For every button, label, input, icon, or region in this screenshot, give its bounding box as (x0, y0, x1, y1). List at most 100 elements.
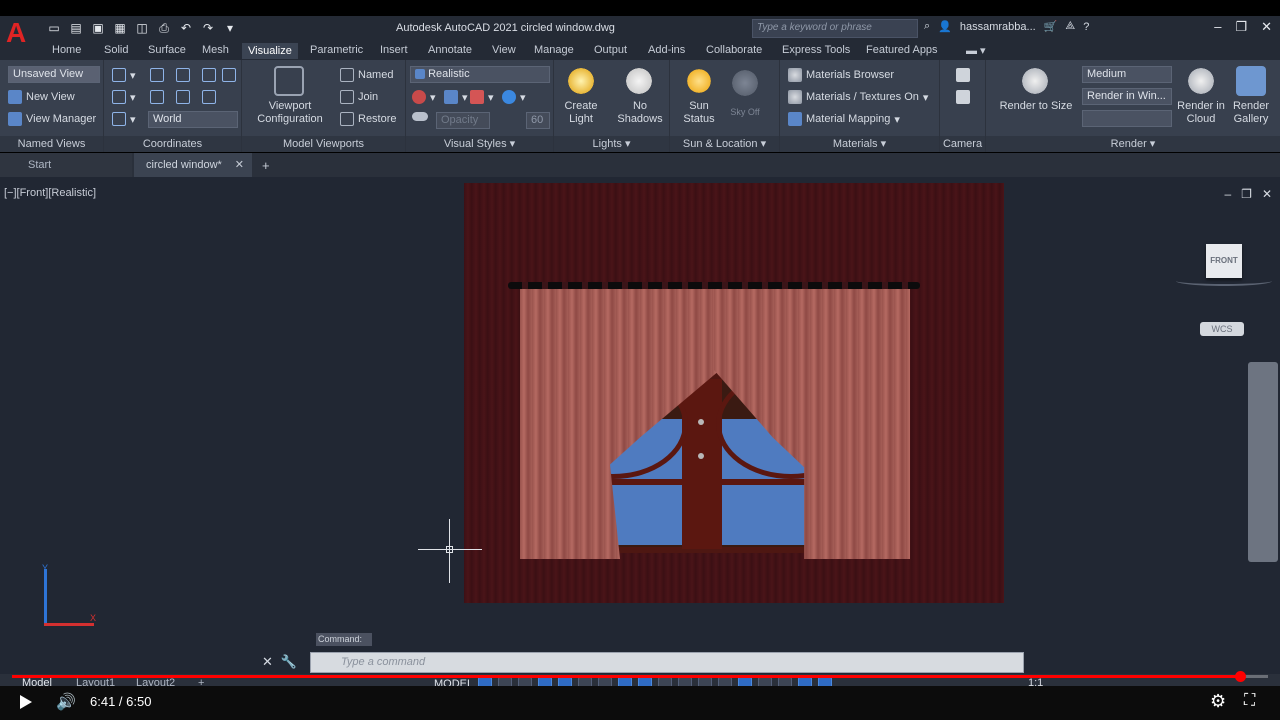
user-name[interactable]: hassamrabba... (960, 21, 1036, 33)
new-view-button[interactable]: New View (8, 90, 75, 104)
ucs-3point-button[interactable] (222, 68, 236, 82)
tab-home[interactable]: Home (52, 44, 81, 56)
viewport-configuration-button[interactable]: Viewport Configuration (250, 100, 330, 126)
xray-toggle[interactable] (412, 112, 428, 121)
render-in-combo[interactable]: Render in Win... (1082, 88, 1172, 105)
tab-start[interactable]: Start (0, 153, 132, 177)
ucs-zaxis-button[interactable] (202, 90, 216, 104)
video-scrubber-handle[interactable] (1234, 671, 1246, 682)
help-icon[interactable]: ? (1083, 21, 1089, 33)
viewport-restore-icon[interactable]: ❐ (1241, 187, 1252, 201)
drawing-area[interactable]: [−][Front][Realistic] – ❐ ✕ Y X FRONT WC… (0, 177, 1280, 674)
viewport-close-icon[interactable]: ✕ (1262, 187, 1272, 201)
render-output-field[interactable] (1082, 110, 1172, 127)
viewport-controls-label[interactable]: [−][Front][Realistic] (4, 187, 96, 199)
edge-style-button[interactable]: ▾ (444, 90, 468, 104)
user-icon[interactable]: 👤 (938, 20, 952, 33)
video-progress-bar[interactable] (12, 671, 1268, 682)
undo-icon[interactable]: ↶ (178, 20, 194, 36)
qat-dropdown-icon[interactable]: ▾ (222, 20, 238, 36)
environment-style-button[interactable]: ▾ (502, 90, 526, 104)
panel-title-lights[interactable]: Lights ▾ (554, 136, 669, 152)
save-icon[interactable]: ▣ (90, 20, 106, 36)
sky-off-button[interactable]: Sky Off (722, 106, 768, 119)
tab-parametric[interactable]: Parametric (310, 44, 363, 56)
web-mobile-icon[interactable]: ◫ (134, 20, 150, 36)
close-tab-icon[interactable]: ✕ (235, 153, 244, 177)
named-viewports-button[interactable]: Named (340, 68, 393, 82)
viewport-minimize-icon[interactable]: – (1224, 187, 1231, 201)
join-viewports-button[interactable]: Join (340, 90, 378, 104)
materials-browser-button[interactable]: Materials Browser (788, 68, 894, 82)
render-quality-combo[interactable]: Medium (1082, 66, 1172, 83)
command-customize-icon[interactable]: 🔧 (281, 654, 297, 670)
ucs-view-button[interactable] (202, 68, 216, 82)
render-to-size-button[interactable]: Render to Size (996, 100, 1076, 113)
tab-visualize[interactable]: Visualize (242, 43, 298, 59)
save-as-icon[interactable]: ▦ (112, 20, 128, 36)
tab-express-tools[interactable]: Express Tools (782, 44, 850, 56)
named-view-combo[interactable]: Unsaved View (8, 66, 100, 83)
tab-mesh[interactable]: Mesh (202, 44, 229, 56)
command-close-icon[interactable]: ✕ (262, 654, 273, 670)
panel-title-sun-location[interactable]: Sun & Location ▾ (670, 136, 779, 152)
ucs-origin-button[interactable] (176, 68, 190, 82)
render-gallery-button[interactable]: Render Gallery (1226, 100, 1276, 126)
tab-manage[interactable]: Manage (534, 44, 574, 56)
wcs-menu-button[interactable]: WCS (1200, 322, 1244, 336)
ucs-z-button[interactable] (176, 90, 190, 104)
ucs-x-button[interactable]: ▾ (112, 90, 136, 104)
ucs-world-button[interactable] (150, 68, 164, 82)
tab-view[interactable]: View (492, 44, 516, 56)
face-style-button[interactable]: ▾ (412, 90, 436, 104)
material-mapping-button[interactable]: Material Mapping ▾ (788, 112, 900, 126)
command-input[interactable]: Type a command (310, 652, 1024, 673)
tab-insert[interactable]: Insert (380, 44, 408, 56)
tab-output[interactable]: Output (594, 44, 627, 56)
search-icon[interactable]: ⌕ (924, 20, 930, 33)
close-icon[interactable]: ✕ (1261, 19, 1272, 35)
tab-featured-apps[interactable]: Featured Apps (866, 44, 938, 56)
plot-icon[interactable]: ⎙ (156, 20, 172, 36)
minimize-icon[interactable]: – (1214, 19, 1221, 35)
play-icon[interactable] (20, 695, 32, 709)
search-input[interactable]: Type a keyword or phrase (752, 19, 918, 38)
coordinates-combo[interactable]: World (148, 111, 238, 128)
no-shadows-button[interactable]: No Shadows (612, 100, 668, 126)
viewcube-front-face[interactable]: FRONT (1206, 244, 1242, 278)
settings-gear-icon[interactable]: ⚙ (1210, 691, 1226, 712)
view-manager-button[interactable]: View Manager (8, 112, 96, 126)
opacity-value[interactable]: 60 (526, 112, 550, 129)
materials-textures-button[interactable]: Materials / Textures On ▾ (788, 90, 928, 104)
tab-collaborate[interactable]: Collaborate (706, 44, 762, 56)
volume-icon[interactable]: 🔊 (56, 692, 76, 712)
open-icon[interactable]: ▤ (68, 20, 84, 36)
opacity-field[interactable]: Opacity (436, 112, 490, 129)
maximize-icon[interactable]: ❐ (1235, 19, 1247, 35)
restore-viewports-button[interactable]: Restore (340, 112, 397, 126)
create-light-button[interactable]: Create Light (556, 100, 606, 126)
ucs-named-button[interactable]: ▾ (112, 112, 136, 126)
sun-status-button[interactable]: Sun Status (674, 100, 724, 126)
exchange-icon[interactable]: ⟁ (1065, 20, 1075, 33)
ucs-y-button[interactable] (150, 90, 164, 104)
panel-title-visual-styles[interactable]: Visual Styles ▾ (406, 136, 553, 152)
tab-annotate[interactable]: Annotate (428, 44, 472, 56)
camera-view-button[interactable] (956, 90, 970, 104)
tab-surface[interactable]: Surface (148, 44, 186, 56)
create-camera-button[interactable] (956, 68, 970, 82)
tab-solid[interactable]: Solid (104, 44, 128, 56)
new-tab-icon[interactable]: + (262, 158, 270, 173)
redo-icon[interactable]: ↷ (200, 20, 216, 36)
panel-title-materials[interactable]: Materials ▾ (780, 136, 939, 152)
shadow-style-button[interactable]: ▾ (470, 90, 494, 104)
ucs-icon-button[interactable]: ▾ (112, 68, 136, 82)
cart-icon[interactable]: 🛒 (1044, 20, 1058, 33)
visual-style-combo[interactable]: Realistic (410, 66, 550, 83)
tab-add-ins[interactable]: Add-ins (648, 44, 685, 56)
panel-title-render[interactable]: Render ▾ (986, 136, 1280, 152)
render-in-cloud-button[interactable]: Render in Cloud (1174, 100, 1228, 126)
new-icon[interactable]: ▭ (46, 20, 62, 36)
tab-drawing[interactable]: circled window* ✕ (134, 153, 252, 177)
fullscreen-icon[interactable]: ⛶ (1244, 692, 1255, 710)
